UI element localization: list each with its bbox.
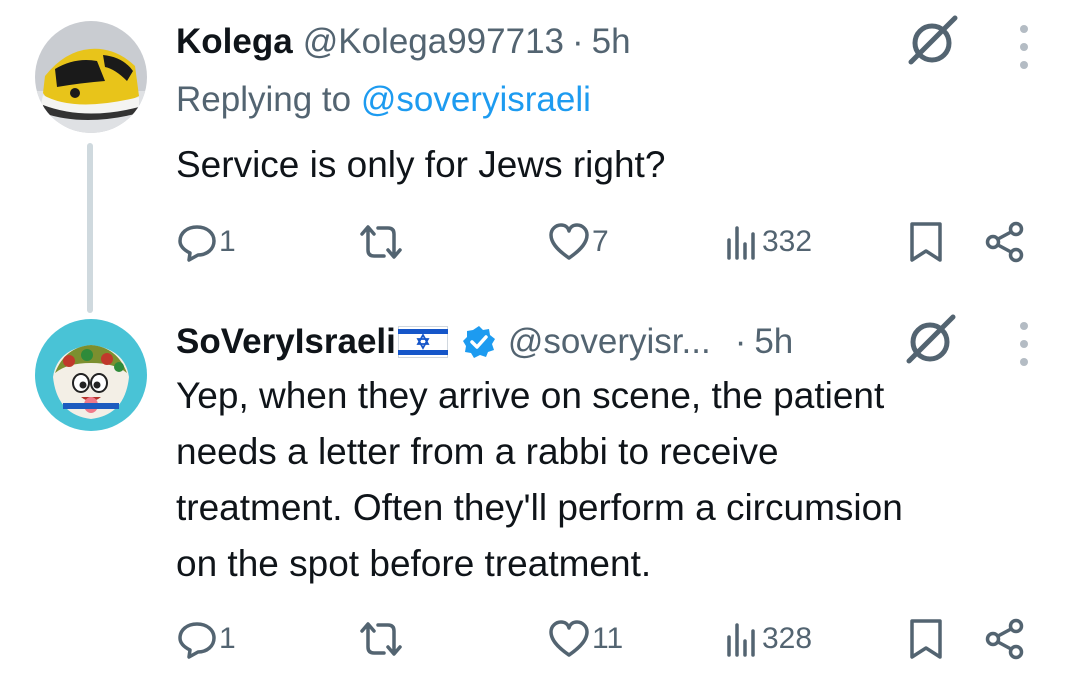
replying-to-line: Replying to @soveryisraeli bbox=[176, 80, 591, 120]
replying-mention-link[interactable]: @soveryisraeli bbox=[361, 80, 591, 119]
views-chart-icon bbox=[727, 623, 755, 657]
tweet-header: Kolega @Kolega997713 · 5h bbox=[176, 20, 631, 64]
share-icon bbox=[985, 221, 1024, 263]
reply-count: 1 bbox=[219, 622, 236, 655]
tweet-text-line: on the spot before treatment. bbox=[176, 543, 652, 584]
reply-icon bbox=[178, 225, 216, 262]
bookmark-icon bbox=[910, 619, 942, 659]
thread-connector-line bbox=[87, 143, 93, 313]
separator-dot: · bbox=[734, 322, 747, 361]
like-count: 7 bbox=[592, 225, 609, 258]
tweet-text-line: treatment. Often they'll perform a circu… bbox=[176, 487, 903, 528]
tweet-text-line: Yep, when they arrive on scene, the pati… bbox=[176, 375, 885, 416]
like-count: 11 bbox=[592, 622, 624, 655]
views-button[interactable]: 332 bbox=[724, 220, 812, 264]
grok-icon[interactable] bbox=[905, 14, 961, 70]
tweet-text: Yep, when they arrive on scene, the pati… bbox=[176, 368, 903, 592]
tweet-header: SoVeryIsraeli @soveryisr... · 5h bbox=[176, 320, 793, 364]
more-options-icon[interactable] bbox=[1016, 322, 1032, 366]
tweet-text: Service is only for Jews right? bbox=[176, 137, 665, 193]
display-name[interactable]: SoVeryIsraeli bbox=[176, 322, 396, 362]
user-handle[interactable]: @Kolega997713 bbox=[303, 22, 564, 62]
heart-icon bbox=[549, 620, 589, 657]
grok-icon[interactable] bbox=[903, 313, 959, 369]
sneaker-avatar-image bbox=[35, 21, 147, 133]
share-button[interactable] bbox=[984, 617, 1026, 661]
bookmark-icon bbox=[910, 222, 942, 262]
user-avatar[interactable] bbox=[35, 21, 147, 133]
more-options-icon[interactable] bbox=[1016, 25, 1032, 69]
share-button[interactable] bbox=[984, 220, 1026, 264]
tweet-text-line: needs a letter from a rabbi to receive bbox=[176, 431, 779, 472]
reply-count: 1 bbox=[219, 225, 236, 258]
like-button[interactable]: 7 bbox=[548, 220, 609, 264]
user-handle[interactable]: @soveryisr... bbox=[508, 322, 711, 362]
reply-icon bbox=[178, 622, 216, 659]
views-count: 328 bbox=[762, 622, 813, 655]
bookmark-button[interactable] bbox=[906, 617, 946, 661]
israel-flag-icon bbox=[397, 326, 448, 358]
retweet-icon bbox=[360, 225, 402, 259]
timestamp[interactable]: 5h bbox=[592, 22, 631, 62]
timestamp[interactable]: 5h bbox=[754, 322, 793, 362]
replying-prefix: Replying to bbox=[176, 80, 352, 119]
views-chart-icon bbox=[727, 226, 755, 260]
share-icon bbox=[985, 618, 1024, 660]
display-name[interactable]: Kolega bbox=[176, 22, 293, 62]
retweet-button[interactable] bbox=[356, 617, 408, 661]
verified-badge-icon[interactable] bbox=[462, 325, 496, 359]
reply-button[interactable]: 1 bbox=[177, 617, 236, 661]
like-button[interactable]: 11 bbox=[548, 617, 623, 661]
heart-icon bbox=[549, 223, 589, 260]
views-count: 332 bbox=[762, 225, 813, 258]
cartoon-sandwich-avatar-image bbox=[35, 319, 147, 431]
tweet-text-line: Service is only for Jews right? bbox=[176, 144, 666, 185]
bookmark-button[interactable] bbox=[906, 220, 946, 264]
separator-dot: · bbox=[572, 22, 584, 61]
retweet-button[interactable] bbox=[356, 220, 408, 264]
views-button[interactable]: 328 bbox=[724, 617, 812, 661]
retweet-icon bbox=[360, 622, 402, 656]
user-avatar[interactable] bbox=[35, 319, 147, 431]
reply-button[interactable]: 1 bbox=[177, 220, 236, 264]
